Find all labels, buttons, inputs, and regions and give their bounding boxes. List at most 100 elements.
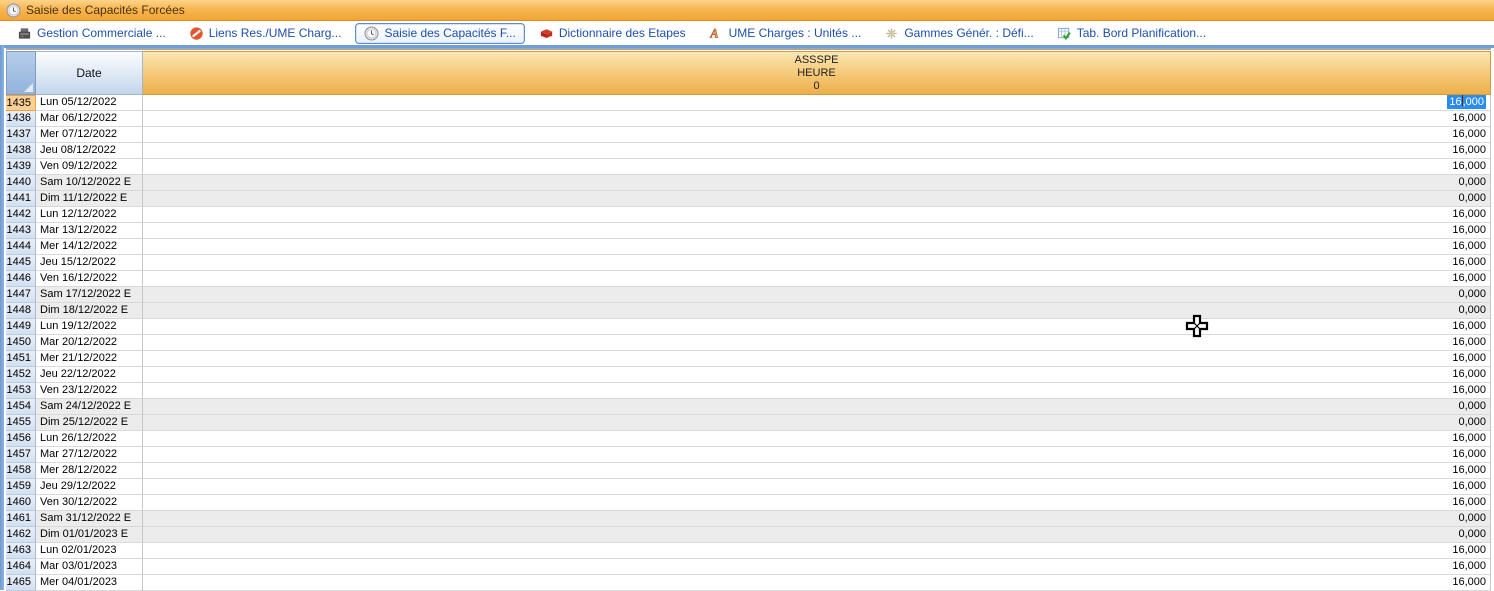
capacity-value-cell[interactable]: 16,000 bbox=[143, 223, 1491, 239]
capacity-value-cell[interactable]: 16,000 bbox=[143, 495, 1491, 511]
capacity-value-cell[interactable]: 0,000 bbox=[143, 415, 1491, 431]
row-header-cell[interactable]: 1461 bbox=[6, 511, 36, 527]
row-header-cell[interactable]: 1464 bbox=[6, 559, 36, 575]
date-cell[interactable]: Sam 17/12/2022 E bbox=[36, 287, 143, 303]
date-cell[interactable]: Mer 07/12/2022 bbox=[36, 127, 143, 143]
row-header-cell[interactable]: 1443 bbox=[6, 223, 36, 239]
capacity-value-cell[interactable]: 16,000 bbox=[143, 367, 1491, 383]
row-header-cell[interactable]: 1447 bbox=[6, 287, 36, 303]
date-cell[interactable]: Mer 21/12/2022 bbox=[36, 351, 143, 367]
capacity-value-cell[interactable]: 16,000 bbox=[143, 239, 1491, 255]
date-cell[interactable]: Dim 25/12/2022 E bbox=[36, 415, 143, 431]
date-cell[interactable]: Jeu 22/12/2022 bbox=[36, 367, 143, 383]
capacity-value-cell[interactable]: 16,000 bbox=[143, 111, 1491, 127]
date-cell[interactable]: Mar 27/12/2022 bbox=[36, 447, 143, 463]
capacity-value-cell[interactable]: 0,000 bbox=[143, 191, 1491, 207]
row-header-cell[interactable]: 1453 bbox=[6, 383, 36, 399]
row-header-cell[interactable]: 1440 bbox=[6, 175, 36, 191]
capacity-value-cell[interactable]: 16,000 bbox=[143, 255, 1491, 271]
capacity-value-cell[interactable]: 0,000 bbox=[143, 287, 1491, 303]
row-header-cell[interactable]: 1435 bbox=[6, 95, 36, 111]
capacity-value-cell[interactable]: 16,000 bbox=[143, 207, 1491, 223]
row-header-cell[interactable]: 1436 bbox=[6, 111, 36, 127]
tab-saisie-capacites-forcees[interactable]: Saisie des Capacités F... bbox=[355, 22, 525, 44]
row-header-cell[interactable]: 1465 bbox=[6, 575, 36, 591]
date-cell[interactable]: Sam 31/12/2022 E bbox=[36, 511, 143, 527]
capacity-value-cell[interactable]: 16,000 bbox=[143, 575, 1491, 591]
date-cell[interactable]: Mar 20/12/2022 bbox=[36, 335, 143, 351]
row-header-cell[interactable]: 1438 bbox=[6, 143, 36, 159]
date-cell[interactable]: Mar 03/01/2023 bbox=[36, 559, 143, 575]
row-header-cell[interactable]: 1445 bbox=[6, 255, 36, 271]
date-cell[interactable]: Lun 02/01/2023 bbox=[36, 543, 143, 559]
row-header-cell[interactable]: 1458 bbox=[6, 463, 36, 479]
row-header-cell[interactable]: 1442 bbox=[6, 207, 36, 223]
date-cell[interactable]: Dim 18/12/2022 E bbox=[36, 303, 143, 319]
date-cell[interactable]: Ven 09/12/2022 bbox=[36, 159, 143, 175]
tab-tab-bord-planification[interactable]: Tab. Bord Planification... bbox=[1048, 23, 1215, 44]
capacity-value-cell[interactable]: 16,000 bbox=[143, 383, 1491, 399]
date-cell[interactable]: Ven 16/12/2022 bbox=[36, 271, 143, 287]
date-cell[interactable]: Dim 01/01/2023 E bbox=[36, 527, 143, 543]
date-cell[interactable]: Jeu 15/12/2022 bbox=[36, 255, 143, 271]
capacity-value-cell[interactable]: 16,000 bbox=[143, 559, 1491, 575]
date-cell[interactable]: Mer 28/12/2022 bbox=[36, 463, 143, 479]
capacity-value-cell[interactable]: 16,000 bbox=[143, 159, 1491, 175]
date-cell[interactable]: Sam 10/12/2022 E bbox=[36, 175, 143, 191]
capacity-value-cell[interactable]: 0,000 bbox=[143, 527, 1491, 543]
capacity-value-cell[interactable]: 16,000 bbox=[143, 127, 1491, 143]
row-header-cell[interactable]: 1449 bbox=[6, 319, 36, 335]
date-cell[interactable]: Mer 14/12/2022 bbox=[36, 239, 143, 255]
row-header-cell[interactable]: 1439 bbox=[6, 159, 36, 175]
capacity-value-cell[interactable]: 0,000 bbox=[143, 399, 1491, 415]
capacity-value-cell[interactable]: 16,000 bbox=[143, 447, 1491, 463]
tab-liens-res-ume-charges[interactable]: Liens Res./UME Charg... bbox=[180, 23, 351, 44]
row-header-cell[interactable]: 1441 bbox=[6, 191, 36, 207]
row-header-cell[interactable]: 1459 bbox=[6, 479, 36, 495]
row-header-cell[interactable]: 1456 bbox=[6, 431, 36, 447]
row-header-cell[interactable]: 1455 bbox=[6, 415, 36, 431]
row-header-cell[interactable]: 1463 bbox=[6, 543, 36, 559]
tab-dictionnaire-des-etapes[interactable]: Dictionnaire des Etapes bbox=[530, 23, 695, 44]
capacity-value-cell[interactable]: 16,000 bbox=[143, 351, 1491, 367]
date-cell[interactable]: Lun 19/12/2022 bbox=[36, 319, 143, 335]
capacity-value-cell[interactable]: 16,000 bbox=[143, 463, 1491, 479]
row-header-cell[interactable]: 1437 bbox=[6, 127, 36, 143]
capacity-value-cell[interactable]: 16,000 bbox=[143, 271, 1491, 287]
date-column-header[interactable]: Date bbox=[36, 51, 143, 95]
date-cell[interactable]: Mar 06/12/2022 bbox=[36, 111, 143, 127]
capacity-value-cell[interactable]: 0,000 bbox=[143, 175, 1491, 191]
selected-cell-text[interactable]: 16,000 bbox=[1447, 95, 1486, 109]
row-header-cell[interactable]: 1452 bbox=[6, 367, 36, 383]
select-all-corner[interactable] bbox=[6, 51, 36, 95]
row-header-cell[interactable]: 1462 bbox=[6, 527, 36, 543]
date-cell[interactable]: Lun 12/12/2022 bbox=[36, 207, 143, 223]
date-cell[interactable]: Mar 13/12/2022 bbox=[36, 223, 143, 239]
row-header-cell[interactable]: 1460 bbox=[6, 495, 36, 511]
date-cell[interactable]: Dim 11/12/2022 E bbox=[36, 191, 143, 207]
tab-gammes-gener-defi[interactable]: Gammes Génér. : Défi... bbox=[875, 23, 1042, 44]
date-cell[interactable]: Mer 04/01/2023 bbox=[36, 575, 143, 591]
capacity-value-cell[interactable]: 16,000 bbox=[143, 431, 1491, 447]
row-header-cell[interactable]: 1451 bbox=[6, 351, 36, 367]
date-cell[interactable]: Lun 26/12/2022 bbox=[36, 431, 143, 447]
date-cell[interactable]: Lun 05/12/2022 bbox=[36, 95, 143, 111]
capacity-value-cell[interactable]: 16,000 bbox=[143, 95, 1491, 111]
row-header-cell[interactable]: 1444 bbox=[6, 239, 36, 255]
date-cell[interactable]: Jeu 29/12/2022 bbox=[36, 479, 143, 495]
row-header-cell[interactable]: 1446 bbox=[6, 271, 36, 287]
tab-gestion-commerciale[interactable]: Gestion Commerciale ... bbox=[8, 23, 175, 44]
capacity-value-cell[interactable]: 0,000 bbox=[143, 303, 1491, 319]
date-cell[interactable]: Jeu 08/12/2022 bbox=[36, 143, 143, 159]
row-header-cell[interactable]: 1448 bbox=[6, 303, 36, 319]
row-header-cell[interactable]: 1457 bbox=[6, 447, 36, 463]
row-header-cell[interactable]: 1454 bbox=[6, 399, 36, 415]
capacity-value-cell[interactable]: 16,000 bbox=[143, 543, 1491, 559]
capacity-value-cell[interactable]: 16,000 bbox=[143, 319, 1491, 335]
date-cell[interactable]: Ven 30/12/2022 bbox=[36, 495, 143, 511]
capacity-value-cell[interactable]: 16,000 bbox=[143, 335, 1491, 351]
capacity-value-cell[interactable]: 16,000 bbox=[143, 479, 1491, 495]
row-header-cell[interactable]: 1450 bbox=[6, 335, 36, 351]
date-cell[interactable]: Ven 23/12/2022 bbox=[36, 383, 143, 399]
capacity-value-cell[interactable]: 0,000 bbox=[143, 511, 1491, 527]
